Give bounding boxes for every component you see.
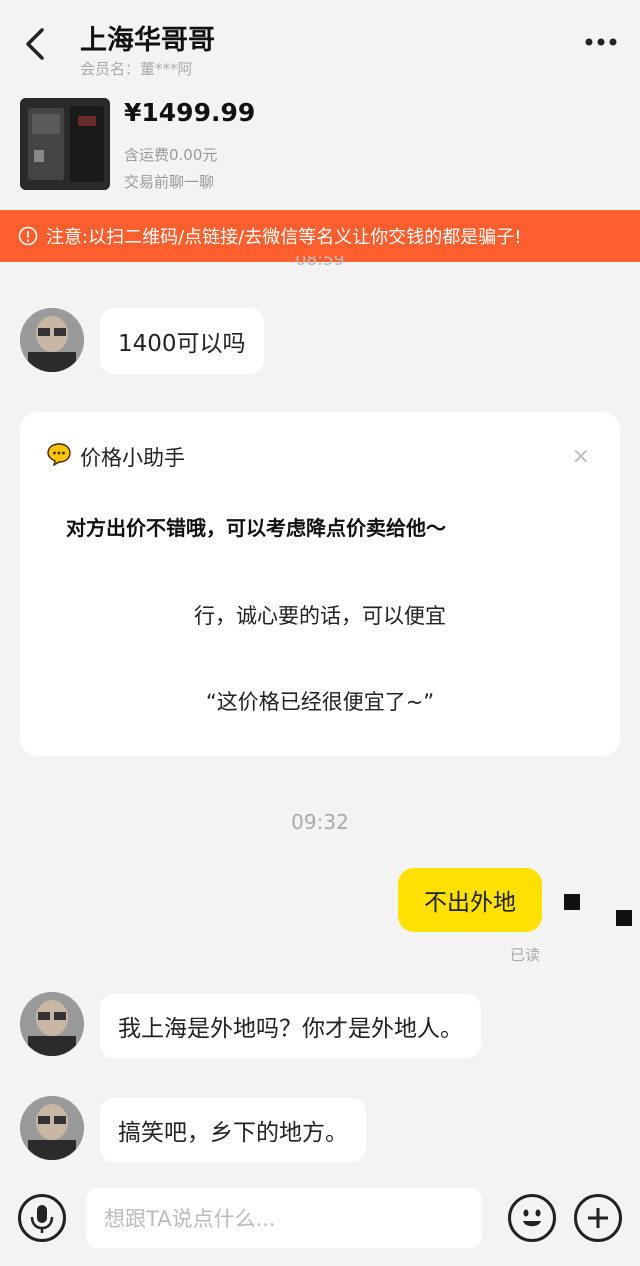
avatar[interactable] (20, 308, 84, 372)
quick-reply-option[interactable]: “这价格已经很便宜了~” (20, 686, 620, 716)
more-icon[interactable] (584, 36, 618, 48)
message-input-bar: 想跟TA说点什么... (0, 1172, 640, 1266)
fraud-warning-banner: 注意:以扫二维码/点链接/去微信等名义让你交钱的都是骗子! (0, 210, 640, 262)
product-price: ¥1499.99 (124, 98, 256, 127)
message-text: 不出外地 (424, 890, 516, 916)
member-name: 会员名：董***阿 (80, 60, 193, 78)
assistant-title: 价格小助手 (80, 446, 185, 470)
input-placeholder: 想跟TA说点什么... (104, 1207, 276, 1231)
close-icon[interactable]: × (572, 444, 590, 469)
alert-circle-icon (18, 226, 38, 246)
shipping-fee: 含运费0.00元 (124, 146, 218, 164)
message-text: 搞笑吧，乡下的地方。 (118, 1120, 348, 1146)
avatar[interactable] (20, 992, 84, 1056)
timestamp-top: 08:59 (295, 256, 345, 270)
my-message-bubble: 不出外地 (398, 868, 542, 932)
redaction-mark (616, 910, 632, 926)
chat-bubble-icon (47, 443, 71, 466)
message-bubble: 搞笑吧，乡下的地方。 (100, 1098, 366, 1162)
warning-text: 注意:以扫二维码/点链接/去微信等名义让你交钱的都是骗子! (46, 227, 522, 248)
message-input[interactable]: 想跟TA说点什么... (86, 1188, 482, 1248)
chat-header: 上海华哥哥 会员名：董***阿 ¥1499.99 含运费0.00元 交易前聊一聊 (0, 0, 640, 210)
message-text: 我上海是外地吗？你才是外地人。 (118, 1016, 463, 1042)
chevron-left-icon[interactable] (18, 26, 54, 62)
assistant-suggestion: 对方出价不错哦，可以考虑降点价卖给他～ (66, 516, 446, 540)
read-status: 已读 (510, 946, 541, 964)
redaction-mark (564, 894, 580, 910)
microphone-icon[interactable] (18, 1194, 66, 1242)
message-bubble: 1400可以吗 (100, 308, 264, 374)
price-assistant-card: 价格小助手 × 对方出价不错哦，可以考虑降点价卖给他～ 行，诚心要的话，可以便宜… (20, 412, 620, 756)
avatar[interactable] (20, 1096, 84, 1160)
chat-hint: 交易前聊一聊 (124, 173, 215, 191)
emoji-icon[interactable] (508, 1194, 556, 1242)
message-text: 1400可以吗 (118, 331, 246, 357)
seller-name: 上海华哥哥 (80, 25, 215, 56)
plus-icon[interactable] (574, 1194, 622, 1242)
timestamp: 09:32 (291, 810, 349, 834)
product-thumbnail[interactable] (20, 98, 110, 190)
message-bubble: 我上海是外地吗？你才是外地人。 (100, 994, 481, 1058)
quick-reply-option[interactable]: 行，诚心要的话，可以便宜 (20, 600, 620, 630)
